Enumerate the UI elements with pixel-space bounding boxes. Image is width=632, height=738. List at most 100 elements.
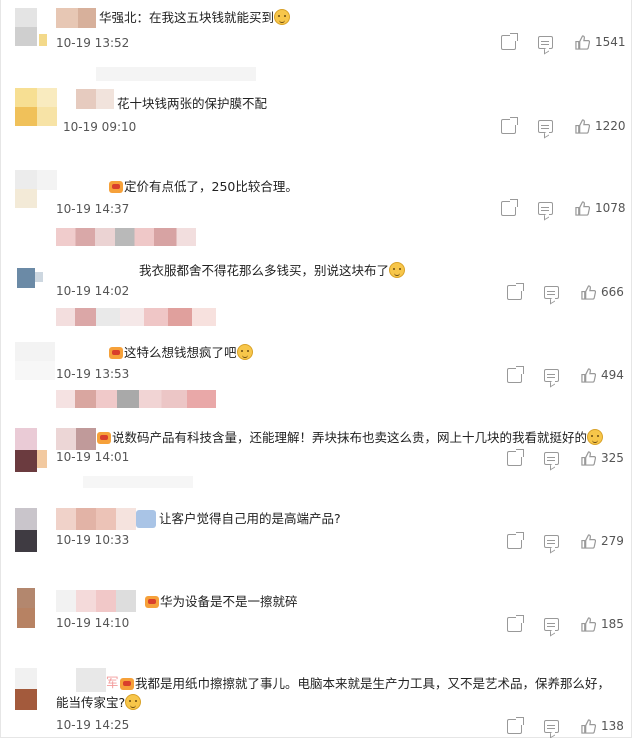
comment-actions: 1078	[501, 198, 626, 217]
comment-body: 让客户觉得自己用的是高端产品?	[159, 511, 341, 526]
comment-time: 10-19 14:10	[56, 616, 130, 630]
thumbs-up-icon[interactable]	[581, 450, 597, 466]
username-blur[interactable]	[56, 508, 136, 530]
thumbs-up-icon[interactable]	[581, 718, 597, 734]
share-icon[interactable]	[507, 282, 524, 300]
blurred-reply	[96, 67, 256, 81]
smile-emoji-icon	[236, 344, 253, 360]
share-icon[interactable]	[501, 116, 518, 134]
share-icon[interactable]	[507, 365, 524, 383]
comment-body: 说数码产品有科技含量，还能理解！弄块抹布也卖这么贵，网上十几块的我看就挺好的	[112, 430, 588, 445]
comment-actions: 666	[507, 282, 629, 301]
thumbs-up-icon[interactable]	[575, 34, 591, 50]
avatar[interactable]	[15, 428, 37, 472]
comment-icon[interactable]	[544, 534, 559, 548]
comment-text: 让客户觉得自己用的是高端产品?	[159, 510, 341, 528]
thumbs-up-icon[interactable]	[581, 284, 597, 300]
share-icon[interactable]	[507, 614, 524, 632]
thumbs-up-icon[interactable]	[575, 118, 591, 134]
blurred-reply	[56, 308, 216, 326]
like-count: 494	[601, 368, 624, 382]
comment-text: 华为设备是不是一擦就碎	[145, 593, 298, 611]
comment-actions: 138	[507, 716, 629, 735]
comment-time: 10-19 14:25	[56, 718, 130, 732]
comment-text: 我衣服都舍不得花那么多钱买，别说这块布了	[139, 262, 406, 280]
avatar[interactable]	[15, 508, 37, 552]
comment-icon[interactable]	[544, 617, 559, 631]
comment-actions: 325	[507, 448, 629, 467]
like-count: 325	[601, 451, 624, 465]
share-icon[interactable]	[501, 32, 518, 50]
thumbs-up-icon[interactable]	[581, 367, 597, 383]
username-blur	[136, 510, 156, 528]
comment-icon[interactable]	[544, 719, 559, 733]
comment-body: 定价有点低了，250比较合理。	[124, 179, 298, 194]
comment-time: 10-19 10:33	[56, 533, 130, 547]
comment-text: 说数码产品有科技含量，还能理解！弄块抹布也卖这么贵，网上十几块的我看就挺好的	[97, 429, 604, 447]
comment-list: 华强北：在我这五块钱就能买到 10-19 13:52 1541 花十块钱两张的保…	[0, 0, 632, 738]
comment-text: 我都是用纸巾擦擦就了事儿。电脑本来就是生产力工具，又不是艺术品，保养那么好，能当…	[56, 674, 616, 712]
share-icon[interactable]	[507, 448, 524, 466]
avatar[interactable]	[15, 668, 37, 710]
blurred-reply	[83, 476, 193, 488]
username-blur[interactable]	[96, 89, 114, 109]
avatar[interactable]	[17, 268, 35, 288]
avatar[interactable]	[15, 88, 37, 126]
username-blur[interactable]	[56, 590, 136, 612]
comment-time: 10-19 14:37	[56, 202, 130, 216]
comment-time: 10-19 13:52	[56, 36, 130, 50]
like-count: 666	[601, 285, 624, 299]
comment-time: 10-19 14:01	[56, 450, 130, 464]
username-blur[interactable]	[76, 428, 96, 450]
share-icon[interactable]	[501, 198, 518, 216]
comment-body: 花十块钱两张的保护膜不配	[117, 96, 268, 111]
comment-text: 华强北：在我这五块钱就能买到	[99, 9, 291, 27]
smile-emoji-icon	[274, 9, 291, 25]
comment-text: 这特么想钱想疯了吧	[109, 344, 253, 362]
vip-badge-icon	[109, 181, 123, 193]
comment-icon[interactable]	[538, 201, 553, 215]
blurred-reply	[56, 390, 216, 408]
thumbs-up-icon[interactable]	[581, 533, 597, 549]
blurred-reply	[56, 228, 196, 246]
comment-icon[interactable]	[538, 119, 553, 133]
avatar[interactable]	[15, 170, 37, 208]
avatar-blur	[35, 272, 43, 282]
avatar[interactable]	[15, 8, 37, 46]
thumbs-up-icon[interactable]	[581, 616, 597, 632]
share-icon[interactable]	[507, 531, 524, 549]
comment-text: 定价有点低了，250比较合理。	[109, 178, 298, 196]
comment-actions: 1220	[501, 116, 626, 135]
vip-badge-icon	[109, 347, 123, 359]
comment-actions: 279	[507, 531, 629, 550]
vip-badge-icon	[145, 596, 159, 608]
comment-icon[interactable]	[538, 35, 553, 49]
username-blur[interactable]	[76, 89, 96, 109]
comment-icon[interactable]	[544, 285, 559, 299]
like-count: 279	[601, 534, 624, 548]
laugh-emoji-icon	[587, 429, 604, 445]
comment-text: 花十块钱两张的保护膜不配	[117, 95, 267, 113]
username-blur[interactable]	[78, 8, 96, 28]
comment-actions: 1541	[501, 32, 626, 51]
smile-emoji-icon	[125, 694, 142, 710]
avatar[interactable]	[15, 342, 55, 380]
avatar-blur	[37, 88, 57, 126]
comment-actions: 185	[507, 614, 629, 633]
comment-icon[interactable]	[544, 368, 559, 382]
avatar[interactable]	[17, 588, 35, 628]
comment-icon[interactable]	[544, 451, 559, 465]
like-count: 138	[601, 719, 624, 733]
thumbs-up-icon[interactable]	[575, 200, 591, 216]
comment-body: 华强北：在我这五块钱就能买到	[99, 10, 275, 25]
username-blur[interactable]	[56, 8, 78, 28]
avatar-blur	[37, 450, 47, 468]
like-count: 1220	[595, 119, 626, 133]
like-count: 185	[601, 617, 624, 631]
username-blur[interactable]	[56, 428, 76, 450]
username-blur	[39, 34, 47, 46]
comment-time: 10-19 13:53	[56, 367, 130, 381]
share-icon[interactable]	[507, 716, 524, 734]
like-count: 1078	[595, 201, 626, 215]
comment-time: 10-19 09:10	[63, 120, 137, 134]
